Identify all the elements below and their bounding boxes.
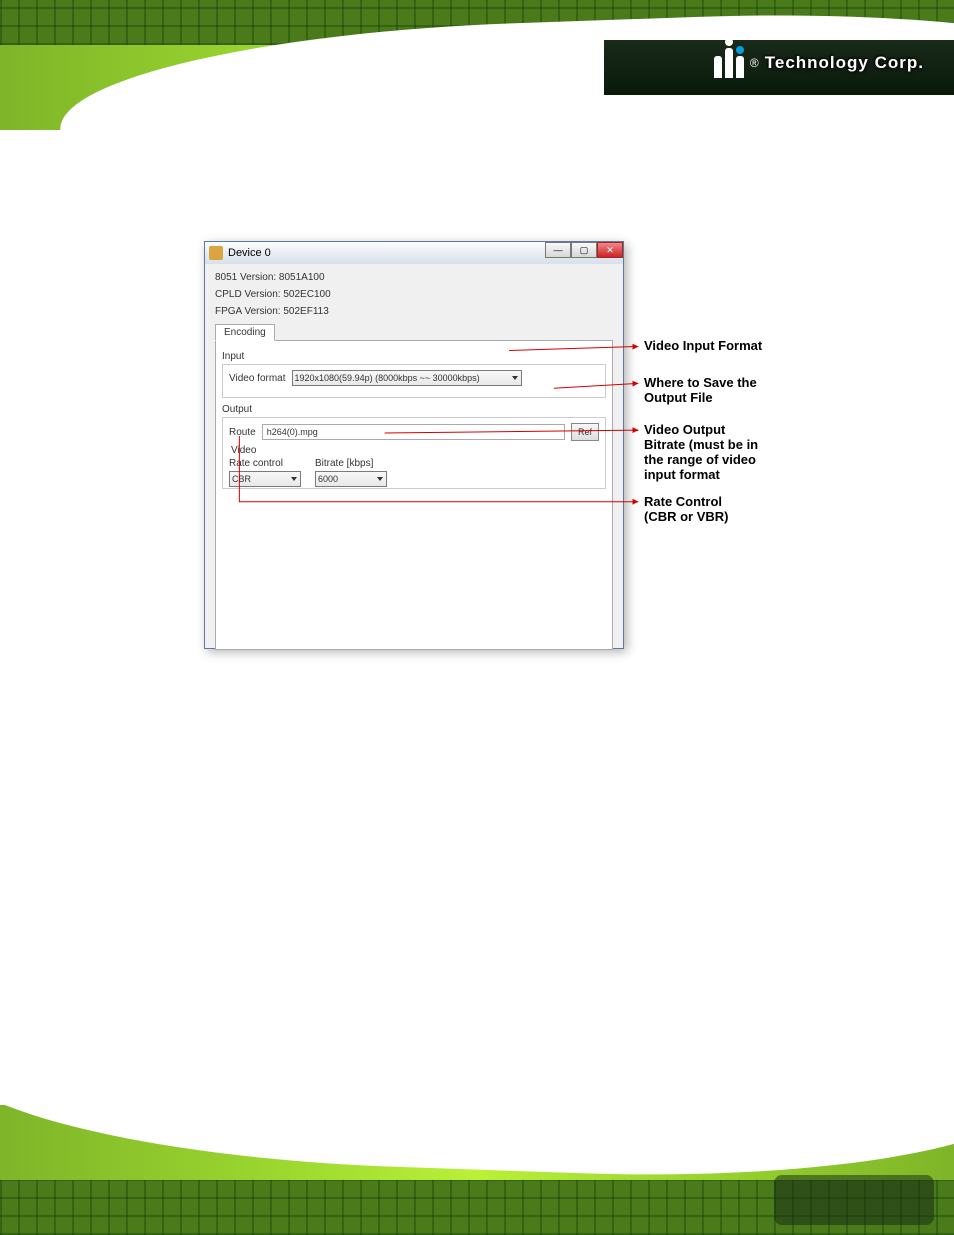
input-group: Video format 1920x1080(59.94p) (8000kbps… — [222, 364, 606, 398]
version-fpga: FPGA Version: 502EF113 — [215, 306, 613, 317]
callout-save-output-file: Where to Save the Output File — [644, 376, 757, 406]
app-icon — [209, 246, 223, 260]
minimize-button[interactable]: — — [545, 242, 571, 258]
company-logo: ® Technology Corp. — [714, 48, 924, 78]
bitrate-select[interactable]: 6000 — [315, 471, 387, 487]
video-legend: Video — [231, 445, 599, 456]
maximize-button[interactable]: ▢ — [571, 242, 597, 258]
ref-button[interactable]: Ref — [571, 423, 599, 441]
route-input[interactable]: h264(0).mpg — [262, 424, 565, 440]
tab-encoding[interactable]: Encoding — [215, 324, 275, 341]
tab-strip: Encoding — [215, 323, 613, 340]
output-group: Route h264(0).mpg Ref Video Rate control… — [222, 417, 606, 489]
video-format-label: Video format — [229, 373, 286, 384]
page-footer-banner — [0, 1105, 954, 1235]
tab-content: Input Video format 1920x1080(59.94p) (80… — [215, 340, 613, 650]
device-dialog: Device 0 — ▢ ✕ 8051 Version: 8051A100 CP… — [204, 241, 624, 649]
rate-control-select[interactable]: CBR — [229, 471, 301, 487]
version-8051: 8051 Version: 8051A100 — [215, 272, 613, 283]
logo-icon — [714, 48, 744, 78]
bitrate-value: 6000 — [318, 474, 338, 484]
page-header-banner: ® Technology Corp. — [0, 0, 954, 130]
video-format-value: 1920x1080(59.94p) (8000kbps ~~ 30000kbps… — [295, 373, 480, 383]
callout-video-input-format: Video Input Format — [644, 339, 762, 354]
close-button[interactable]: ✕ — [597, 242, 623, 258]
footer-right-box — [774, 1175, 934, 1225]
route-value: h264(0).mpg — [267, 427, 318, 437]
company-name: Technology Corp. — [765, 53, 924, 73]
output-legend: Output — [222, 404, 606, 415]
rate-control-value: CBR — [232, 474, 251, 484]
encoding-dialog-figure: Device 0 — ▢ ✕ 8051 Version: 8051A100 CP… — [204, 241, 828, 651]
bitrate-label: Bitrate [kbps] — [315, 458, 387, 469]
callout-video-output-bitrate: Video Output Bitrate (must be in the ran… — [644, 423, 758, 483]
registered-mark: ® — [750, 56, 759, 70]
version-cpld: CPLD Version: 502EC100 — [215, 289, 613, 300]
input-legend: Input — [222, 351, 606, 362]
route-label: Route — [229, 427, 256, 438]
dialog-title: Device 0 — [228, 247, 271, 259]
dialog-titlebar[interactable]: Device 0 — ▢ ✕ — [205, 242, 623, 264]
callout-rate-control: Rate Control (CBR or VBR) — [644, 495, 729, 525]
video-format-select[interactable]: 1920x1080(59.94p) (8000kbps ~~ 30000kbps… — [292, 370, 522, 386]
rate-control-label: Rate control — [229, 458, 301, 469]
